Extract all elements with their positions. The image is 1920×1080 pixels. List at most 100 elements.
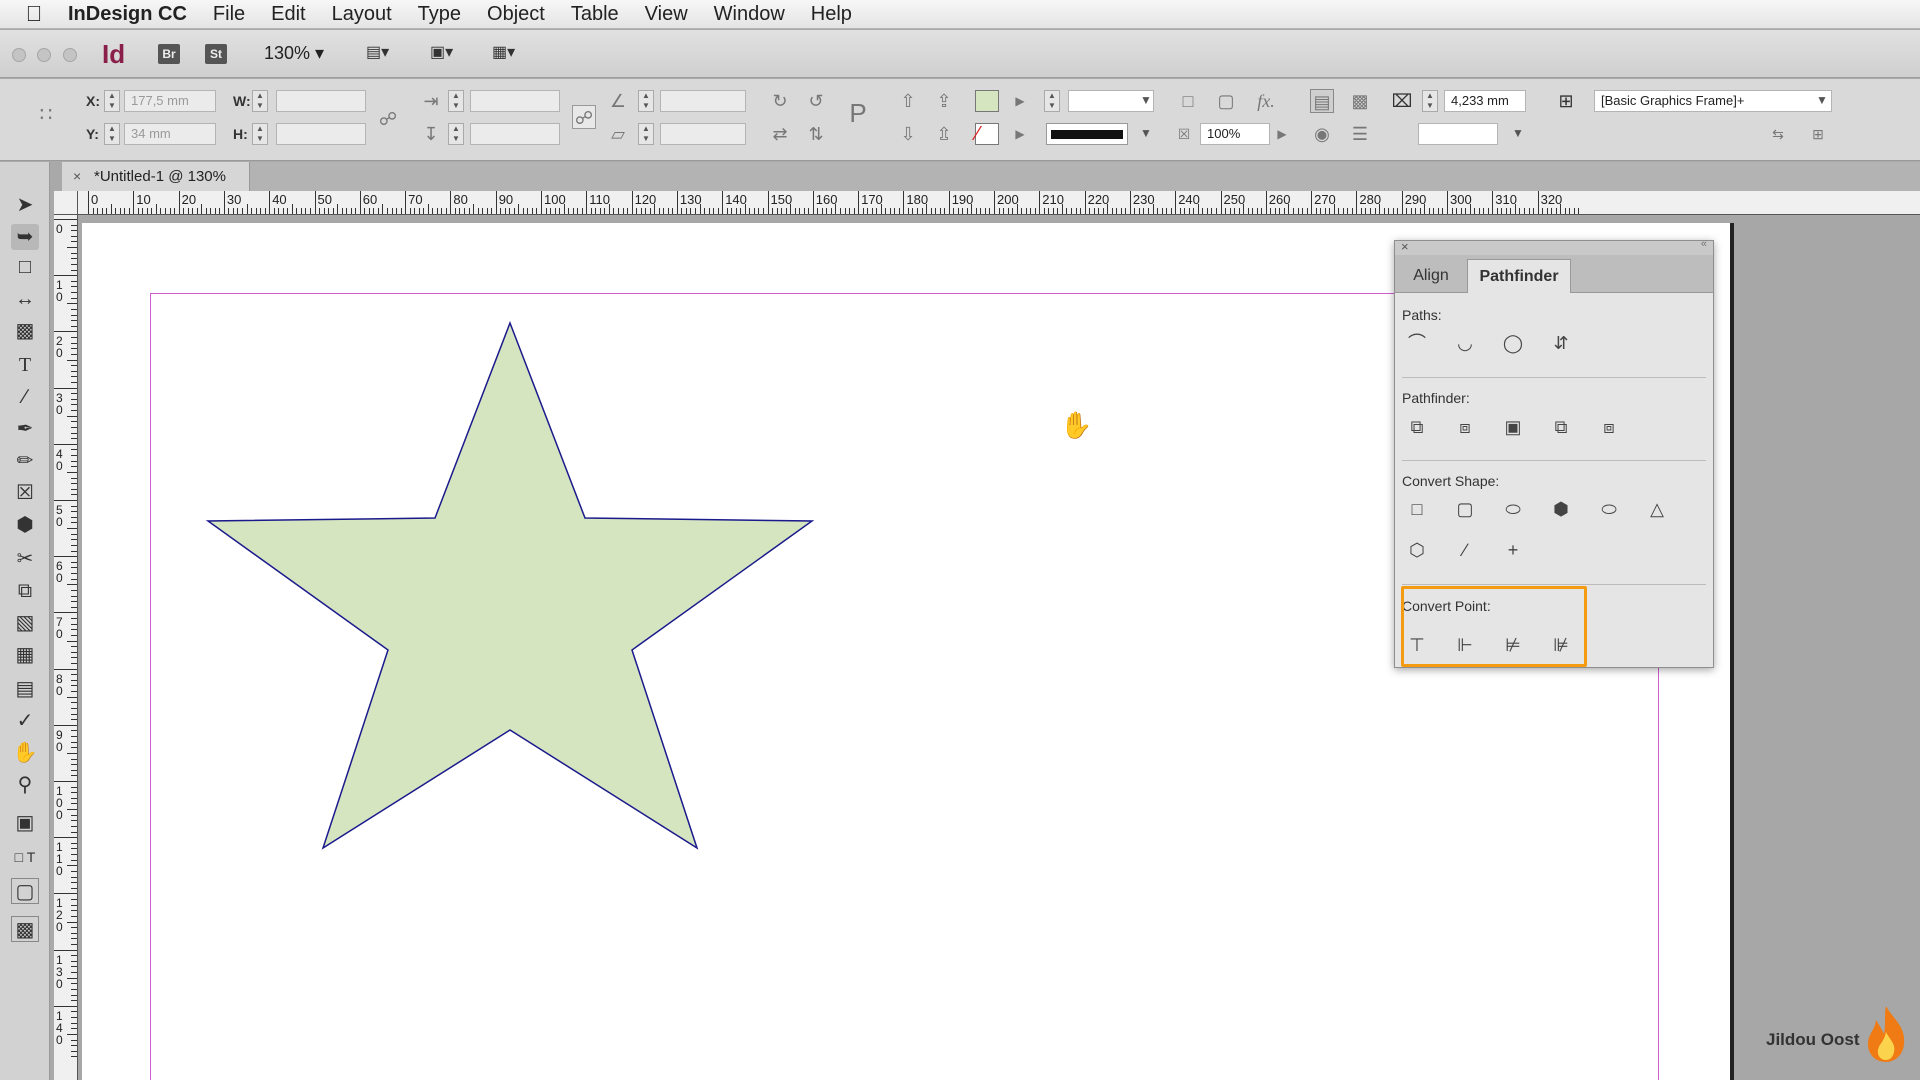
view-options-icon[interactable]: ▤▾ — [366, 42, 402, 64]
eyedropper-tool-icon[interactable]: ✓ — [11, 708, 39, 734]
page-tool-icon[interactable]: □ — [11, 254, 39, 280]
x-field[interactable]: 177,5 mm — [124, 90, 216, 112]
convert-beveled-rectangle-icon[interactable]: ⬭ — [1500, 496, 1526, 522]
convert-triangle-icon[interactable]: △ — [1644, 496, 1670, 522]
menu-view[interactable]: View — [645, 3, 688, 26]
rotate-counterclockwise-icon[interactable]: ↺ — [804, 89, 828, 113]
minus-back-icon[interactable]: ⧈ — [1596, 414, 1622, 440]
subtract-icon[interactable]: ⧈ — [1452, 414, 1478, 440]
join-path-icon[interactable]: ⌒ — [1404, 330, 1430, 356]
intersect-icon[interactable]: ▣ — [1500, 414, 1526, 440]
horizontal-ruler[interactable]: 0 10 20 30 40 50 60 70 80 90 100 110 120 130 140 150 160… — [78, 191, 1920, 215]
line-tool-icon[interactable]: ∕ — [11, 384, 39, 410]
bridge-button[interactable]: Br — [158, 44, 180, 64]
select-container-icon[interactable]: ⇧ — [896, 89, 920, 113]
corner-size-stepper[interactable]: ▲ ▼ — [1422, 90, 1438, 112]
select-next-object-icon[interactable]: ⇫ — [932, 122, 956, 146]
zoom-level-dropdown[interactable]: 130% ▾ — [264, 43, 324, 64]
h-stepper[interactable]: ▲ ▼ — [252, 123, 268, 145]
w-field[interactable] — [276, 90, 366, 112]
object-style-dropdown-icon[interactable]: ▼ — [1816, 93, 1828, 107]
shear-field[interactable] — [660, 123, 746, 145]
constrain-proportions-icon[interactable]: ☍ — [376, 107, 400, 131]
tab-align[interactable]: Align — [1397, 259, 1465, 293]
panel-title-bar[interactable]: × « — [1395, 238, 1713, 255]
shear-stepper[interactable]: ▲ ▼ — [638, 123, 654, 145]
convert-inverse-rounded-icon[interactable]: ⬢ — [1548, 496, 1574, 522]
new-style-icon[interactable]: ⊞ — [1806, 122, 1830, 146]
corner-shape-field[interactable] — [1418, 123, 1498, 145]
screen-mode-icon[interactable]: ▣▾ — [430, 42, 466, 64]
y-stepper[interactable]: ▲ ▼ — [104, 123, 120, 145]
type-tool-icon[interactable]: T — [11, 352, 39, 378]
panel-collapse-icon[interactable]: « — [1701, 238, 1707, 250]
zoom-tool-icon[interactable]: ⚲ — [11, 772, 39, 798]
text-wrap-bounding-icon[interactable]: ▩ — [1348, 89, 1372, 113]
stroke-weight-stepper[interactable]: ▲ ▼ — [1044, 90, 1060, 112]
rectangle-frame-tool-icon[interactable]: ☒ — [11, 480, 39, 506]
object-style-dropdown[interactable]: [Basic Graphics Frame]+ — [1594, 90, 1832, 112]
apple-menu-icon[interactable]:  — [0, 1, 68, 27]
fill-stroke-icon[interactable]: ▣ — [11, 810, 39, 836]
menu-app-name[interactable]: InDesign CC — [68, 3, 187, 26]
add-icon[interactable]: ⧉ — [1404, 414, 1430, 440]
text-wrap-shape-icon[interactable]: ◉ — [1310, 122, 1334, 146]
direct-selection-tool-icon[interactable]: ➥ — [11, 224, 39, 250]
content-collector-icon[interactable]: ▩ — [11, 318, 39, 344]
scale-y-stepper[interactable]: ▲ ▼ — [448, 123, 464, 145]
scale-y-field[interactable] — [470, 123, 560, 145]
normal-view-icon[interactable]: ▢ — [11, 878, 39, 904]
rotate-clockwise-icon[interactable]: ↻ — [768, 89, 792, 113]
vertical-ruler[interactable]: 0 10 20 30 40 50 60 70 80 90 100 110 120 130 140 — [54, 215, 78, 1080]
ruler-origin[interactable] — [54, 191, 78, 215]
menu-help[interactable]: Help — [811, 3, 852, 26]
x-stepper[interactable]: ▲ ▼ — [104, 90, 120, 112]
reference-point-icon[interactable]: ∷ — [34, 103, 58, 127]
text-wrap-jump-icon[interactable]: ☰ — [1348, 122, 1372, 146]
close-path-icon[interactable]: ◯ — [1500, 330, 1526, 356]
menu-window[interactable]: Window — [714, 3, 785, 26]
open-path-icon[interactable]: ◡ — [1452, 330, 1478, 356]
stroke-dropdown-icon[interactable]: ▶ — [1008, 122, 1032, 146]
preview-mode-icon[interactable]: ▩ — [11, 916, 39, 942]
y-field[interactable]: 34 mm — [124, 123, 216, 145]
menu-type[interactable]: Type — [418, 3, 461, 26]
menu-table[interactable]: Table — [571, 3, 619, 26]
scissors-tool-icon[interactable]: ✂ — [11, 546, 39, 572]
opacity-field[interactable]: 100% — [1200, 123, 1270, 145]
scale-x-stepper[interactable]: ▲ ▼ — [448, 90, 464, 112]
panel-close-icon[interactable]: × — [1401, 239, 1409, 254]
tab-pathfinder[interactable]: Pathfinder — [1467, 259, 1571, 293]
note-tool-icon[interactable]: ▤ — [11, 676, 39, 702]
pen-tool-icon[interactable]: ✒ — [11, 416, 39, 442]
star-polygon[interactable] — [205, 320, 815, 850]
convert-rounded-rectangle-icon[interactable]: ▢ — [1452, 496, 1478, 522]
reverse-path-icon[interactable]: ⇵ — [1548, 330, 1574, 356]
exclude-overlap-icon[interactable]: ⧉ — [1548, 414, 1574, 440]
h-field[interactable] — [276, 123, 366, 145]
document-tab[interactable]: × *Untitled-1 @ 130% — [62, 162, 250, 191]
rotation-field[interactable] — [660, 90, 746, 112]
stroke-type-selector[interactable] — [1046, 123, 1128, 145]
corner-options-icon[interactable]: ⌧ — [1390, 89, 1414, 113]
w-stepper[interactable]: ▲ ▼ — [252, 90, 268, 112]
stroke-type-dropdown-icon[interactable]: ▼ — [1140, 126, 1152, 140]
rotation-stepper[interactable]: ▲ ▼ — [638, 90, 654, 112]
opacity-arrow-icon[interactable]: ▶ — [1270, 122, 1294, 146]
gradient-feather-tool-icon[interactable]: ▦ — [11, 642, 39, 668]
hand-tool-icon[interactable]: ✋ — [11, 740, 39, 766]
stroke-swatch[interactable]: ⁄ — [975, 123, 999, 145]
window-minimize-button[interactable] — [37, 48, 51, 62]
menu-edit[interactable]: Edit — [271, 3, 305, 26]
clear-overrides-icon[interactable]: ⇆ — [1766, 122, 1790, 146]
arrange-documents-icon[interactable]: ▦▾ — [492, 42, 528, 64]
convert-line-icon[interactable]: ∕ — [1452, 537, 1478, 563]
drop-shadow-icon[interactable]: ▢ — [1214, 89, 1238, 113]
scale-x-field[interactable] — [470, 90, 560, 112]
fill-dropdown-icon[interactable]: ▶ — [1008, 89, 1032, 113]
stroke-frame-icon[interactable]: □ — [1176, 89, 1200, 113]
select-content-icon[interactable]: ⇩ — [896, 122, 920, 146]
menu-object[interactable]: Object — [487, 3, 545, 26]
window-zoom-button[interactable] — [63, 48, 77, 62]
star-shape[interactable] — [200, 318, 820, 858]
